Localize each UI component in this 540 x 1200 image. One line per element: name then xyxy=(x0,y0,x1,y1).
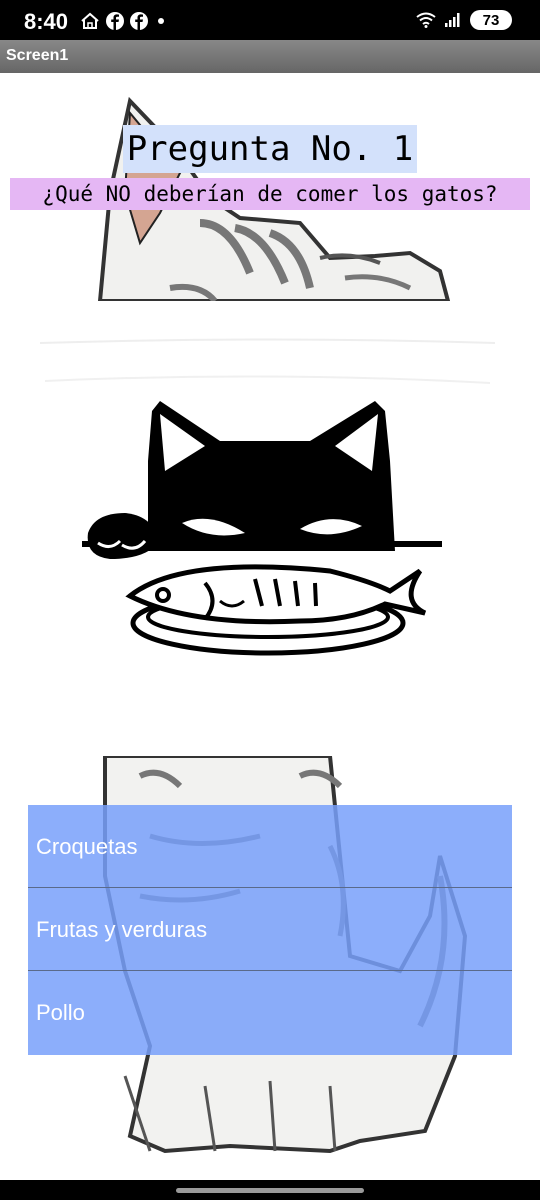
status-time: 8:40 xyxy=(24,9,69,34)
facebook-icon xyxy=(130,12,148,30)
wifi-icon xyxy=(416,12,436,28)
notification-dot xyxy=(158,18,164,24)
answer-option-frutas-y-verduras[interactable]: Frutas y verduras xyxy=(28,888,512,971)
facebook-icon xyxy=(106,12,124,30)
battery-icon: 73 xyxy=(470,10,512,30)
answers-list: Croquetas Frutas y verduras Pollo xyxy=(28,805,512,1055)
app-title: Screen1 xyxy=(6,47,69,64)
battery-level: 73 xyxy=(482,11,500,29)
status-right-icons: 73 xyxy=(416,10,512,30)
home-icon xyxy=(81,12,99,29)
status-left-icons xyxy=(80,12,164,30)
answer-option-croquetas[interactable]: Croquetas xyxy=(28,805,512,888)
black-cat-fish-image xyxy=(0,301,540,756)
navigation-bar xyxy=(0,1180,540,1200)
screen-content: Pregunta No. 1 ¿Qué NO deberían de comer… xyxy=(0,73,540,1180)
question-title: Pregunta No. 1 xyxy=(0,125,540,173)
question-title-text: Pregunta No. 1 xyxy=(122,125,418,173)
signal-icon xyxy=(445,13,460,27)
question-text: ¿Qué NO deberían de comer los gatos? xyxy=(10,178,530,210)
answer-option-pollo[interactable]: Pollo xyxy=(28,971,512,1055)
home-gesture-handle[interactable] xyxy=(176,1188,364,1193)
status-bar: 8:40 73 xyxy=(0,0,540,40)
app-title-bar: Screen1 xyxy=(0,40,540,73)
